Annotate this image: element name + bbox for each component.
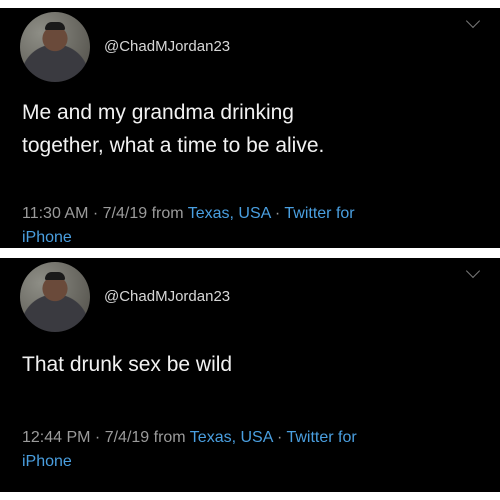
tweet-date: 7/4/19 from [104, 429, 190, 446]
chevron-down-icon[interactable] [465, 13, 481, 29]
tweet-text-line: That drunk sex be wild [22, 353, 233, 376]
source-text: Twitter for [286, 429, 357, 446]
profile-avatar[interactable] [20, 262, 90, 332]
source-text: iPhone [22, 453, 72, 470]
profile-avatar[interactable] [20, 12, 90, 82]
source-text: Twitter for [284, 205, 355, 222]
source-text: iPhone [22, 229, 72, 246]
tweet-text-line: together, what a time to be alive. [22, 134, 325, 157]
tweet-card: @ChadMJordan23 That drunk sex be wild 12… [0, 258, 500, 492]
tweet-time: 11:30 AM [22, 205, 89, 222]
tweet-time: 12:44 PM [22, 429, 91, 446]
tweet-meta: 12:44 PM · 7/4/19 from Texas, USA · Twit… [22, 426, 492, 474]
location-link[interactable]: Texas, USA [190, 429, 273, 446]
tweet-text-line: Me and my grandma drinking [22, 101, 294, 124]
tweet-meta: 11:30 AM · 7/4/19 from Texas, USA · Twit… [22, 202, 492, 248]
tweet-card: @ChadMJordan23 Me and my grandma drinkin… [0, 8, 500, 248]
meta-separator: · [88, 205, 103, 222]
chevron-down-icon[interactable] [465, 263, 481, 279]
tweet-date: 7/4/19 from [102, 205, 188, 222]
meta-separator: · [90, 429, 105, 446]
tweet-text: Me and my grandma drinking together, wha… [22, 96, 462, 162]
location-link[interactable]: Texas, USA [188, 205, 271, 222]
tweet-text: That drunk sex be wild [22, 348, 462, 381]
meta-separator: · [270, 205, 285, 222]
user-handle[interactable]: @ChadMJordan23 [104, 288, 230, 305]
user-handle[interactable]: @ChadMJordan23 [104, 38, 230, 55]
meta-separator: · [272, 429, 287, 446]
